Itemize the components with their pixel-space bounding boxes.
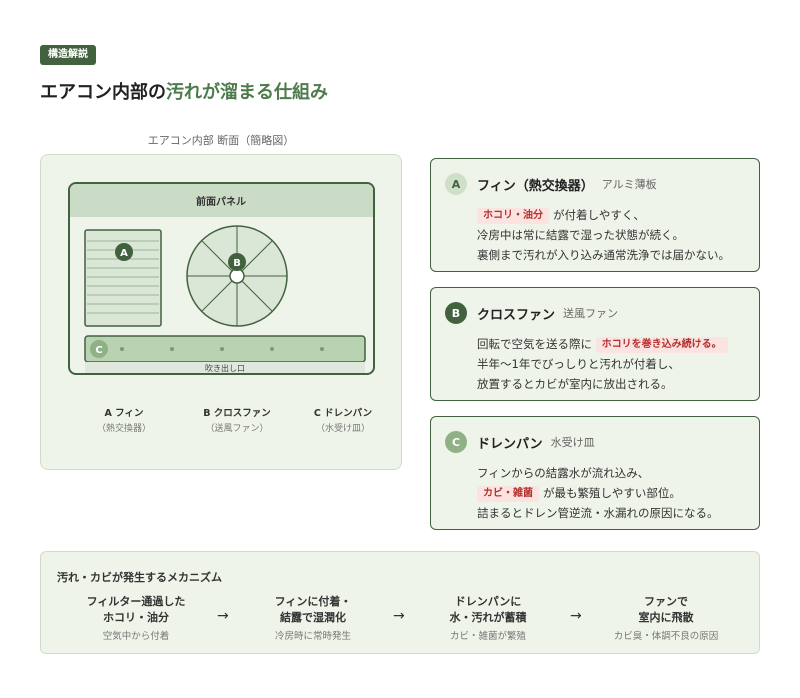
diagram-label-drain-sub: （水受け皿） <box>315 424 370 434</box>
badge-a: A <box>445 173 467 195</box>
step-2-line2: 結露で湿潤化 <box>280 611 346 624</box>
mechanism-title: 汚れ・カビが発生するメカニズム <box>57 571 222 584</box>
card-fan-header: B クロスファン 送風ファン <box>445 302 618 324</box>
step-2-sub: 冷房時に常時発生 <box>274 631 351 642</box>
diagram-label-fin-name: A フィン <box>104 408 144 419</box>
diagram-label-drain-name: C ドレンパン <box>313 408 373 419</box>
fin-heat-exchanger: A <box>84 229 162 327</box>
card-fan-line3: 放置するとカビが室内に放出される。 <box>477 377 673 391</box>
badge-c: C <box>445 431 467 453</box>
mechanism-step-2: フィンに付着・ 結露で湿潤化 冷房時に常時発生 <box>238 594 388 642</box>
card-fan-body: 回転で空気を送る際に ホコリを巻き込み続ける。 半年〜1年でびっしりと汚れが付着… <box>477 334 732 394</box>
marker-b-label: B <box>233 258 241 269</box>
card-fin: A フィン（熱交換器） アルミ薄板 ホコリ・油分 が付着しやすく、 冷房中は常に結… <box>430 158 760 272</box>
arrow-right-icon: → <box>217 608 229 624</box>
step-3-line2: 水・汚れが蓄積 <box>449 611 527 624</box>
step-4-line1: ファンで <box>644 595 688 608</box>
card-drain-line1: フィンからの結露水が流れ込み、 <box>477 466 650 480</box>
card-fin-subtitle: アルミ薄板 <box>601 178 657 191</box>
marker-c-label: C <box>95 345 102 356</box>
arrow-right-icon: → <box>393 608 405 624</box>
card-fin-header: A フィン（熱交換器） アルミ薄板 <box>445 173 657 195</box>
card-fin-body: ホコリ・油分 が付着しやすく、 冷房中は常に結露で湿った状態が続く。 裏側まで汚れ… <box>477 205 730 265</box>
diagram-caption: エアコン内部 断面（簡略図） <box>147 134 295 147</box>
highlight-pill: ホコリ・油分 <box>477 208 549 224</box>
card-drain-header: C ドレンパン 水受け皿 <box>445 431 595 453</box>
card-drain-body: フィンからの結露水が流れ込み、 カビ・雑菌 が最も繁殖しやすい部位。 詰まるとドレ… <box>477 463 719 523</box>
cross-fan: B <box>186 225 288 327</box>
diagram-label-fan: B クロスファン （送風ファン） <box>182 405 292 434</box>
diagram-label-drain: C ドレンパン （水受け皿） <box>288 405 398 434</box>
page-title: エアコン内部の汚れが溜まる仕組み <box>40 78 328 104</box>
step-1-line2: ホコリ・油分 <box>103 611 169 624</box>
step-1-line1: フィルター通過した <box>86 595 186 608</box>
card-drain-line3: 詰まるとドレン管逆流・水漏れの原因になる。 <box>477 506 719 520</box>
highlight-pill: ホコリを巻き込み続ける。 <box>595 337 728 353</box>
step-3-sub: カビ・雑菌が繁殖 <box>449 631 526 642</box>
card-drain-title: ドレンパン <box>477 436 543 452</box>
diagram-label-fan-name: B クロスファン <box>203 408 271 419</box>
card-fan-line2: 半年〜1年でびっしりと汚れが付着し、 <box>477 357 680 371</box>
card-fin-line2: 冷房中は常に結露で湿った状態が続く。 <box>477 228 684 242</box>
mechanism-step-3: ドレンパンに 水・汚れが蓄積 カビ・雑菌が繁殖 <box>413 594 563 642</box>
diagram-label-fin-sub: （熱交換器） <box>96 424 151 434</box>
card-fan-title: クロスファン <box>477 307 556 323</box>
mechanism-step-1: フィルター通過した ホコリ・油分 空気中から付着 <box>61 594 211 642</box>
card-fan: B クロスファン 送風ファン 回転で空気を送る際に ホコリを巻き込み続ける。 半… <box>430 287 760 401</box>
drain-pan: C <box>84 335 366 363</box>
mechanism-panel: 汚れ・カビが発生するメカニズム フィルター通過した ホコリ・油分 空気中から付着… <box>40 551 760 654</box>
marker-a-label: A <box>120 248 128 259</box>
outlet-label: 吹き出し口 <box>205 363 245 373</box>
fan-hub <box>229 268 245 284</box>
step-3-line1: ドレンパンに <box>454 595 522 608</box>
arrow-right-icon: → <box>570 608 582 624</box>
diagram-label-fan-sub: （送風ファン） <box>205 424 269 434</box>
step-1-sub: 空気中から付着 <box>102 631 170 642</box>
card-drain: C ドレンパン 水受け皿 フィンからの結露水が流れ込み、 カビ・雑菌 が最も繁殖し… <box>430 416 760 530</box>
card-drain-line2: が最も繁殖しやすい部位。 <box>543 486 681 500</box>
card-fin-line1: が付着しやすく、 <box>553 208 645 222</box>
page-title-main: エアコン内部の <box>40 82 166 103</box>
card-fin-line3: 裏側まで汚れが入り込み通常洗浄では届かない。 <box>477 248 730 262</box>
card-fan-line1: 回転で空気を送る際に <box>477 337 592 351</box>
step-4-sub: カビ臭・体調不良の原因 <box>613 631 719 642</box>
mechanism-step-4: ファンで 室内に飛散 カビ臭・体調不良の原因 <box>591 594 741 642</box>
card-fan-subtitle: 送風ファン <box>563 307 619 320</box>
front-panel-label: 前面パネル <box>196 195 246 208</box>
diagram-label-fin: A フィン （熱交換器） <box>69 405 179 434</box>
badge-b: B <box>445 302 467 324</box>
highlight-pill: カビ・雑菌 <box>477 486 539 502</box>
diagram-panel: 前面パネル A B C 吹き出し口 A フィン （熱交換器） B クロスファン … <box>40 154 402 470</box>
section-tag: 構造解説 <box>40 45 96 65</box>
page-title-highlight: 汚れが溜まる仕組み <box>166 82 328 103</box>
step-2-line1: フィンに付着・ <box>274 595 352 608</box>
card-drain-subtitle: 水受け皿 <box>550 436 595 449</box>
card-fin-title: フィン（熱交換器） <box>477 178 594 194</box>
step-4-line2: 室内に飛散 <box>638 611 694 624</box>
